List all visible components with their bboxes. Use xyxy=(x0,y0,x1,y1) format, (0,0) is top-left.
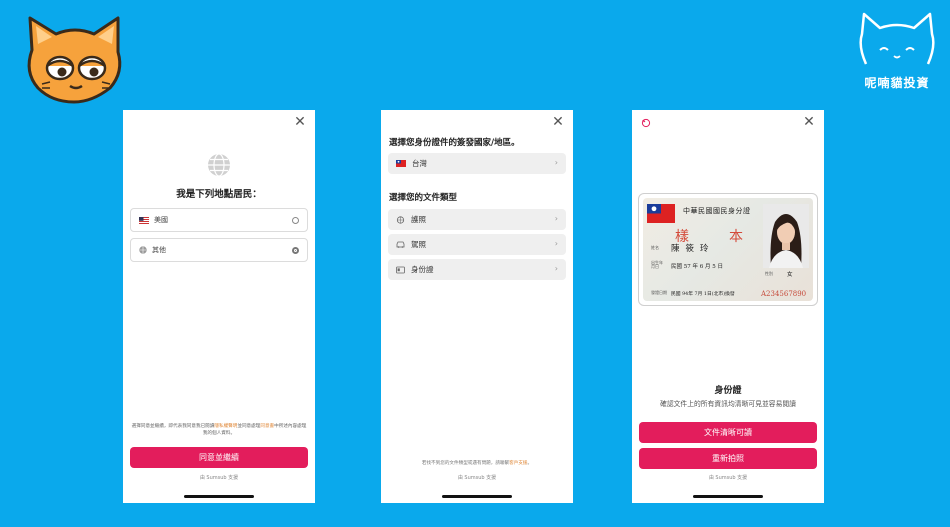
doc-row-id-card[interactable]: 身份證 › xyxy=(388,259,566,280)
review-subtitle: 確認文件上的所有資訊均清晰可見並容易閱讀 xyxy=(660,400,796,408)
doc-row-driver-license[interactable]: 駕照 › xyxy=(388,234,566,255)
name-value: 陳筱玲 xyxy=(671,244,715,254)
residence-title: 我是下列地點居民： xyxy=(176,189,262,200)
review-title: 身份證 xyxy=(714,386,742,396)
globe-small-icon xyxy=(139,246,147,254)
card-title: 中華民國國民身分證 xyxy=(683,207,751,215)
sex-value: 女 xyxy=(787,272,793,278)
chevron-right-icon: › xyxy=(554,158,558,167)
birth-label: 出生年月日 xyxy=(651,260,663,270)
cat-mascot-logo xyxy=(27,16,122,104)
id-number: A234567890 xyxy=(761,290,807,298)
radio-checked[interactable] xyxy=(292,247,299,254)
home-indicator xyxy=(693,495,763,498)
id-review-screen: ✕ 中華民國國民身分證 樣 本 姓名 陳筱玲 出生年月日 民國 57 年 6 月… xyxy=(632,110,824,503)
country-label: 台灣 xyxy=(412,159,427,168)
help-note: 若找不到您的文件類型或遇有問題，請聯繫客戶支援。 xyxy=(381,460,573,466)
privacy-link[interactable]: 隱私權聲明 xyxy=(214,424,237,429)
powered-by: 由 Sumsub 支援 xyxy=(457,475,497,481)
document-select-screen: ✕ 選擇您身份證件的簽發國家/地區。 台灣 › 選擇您的文件類型 護照 › 駕照… xyxy=(381,110,573,503)
issue-value: 民國 94年 7月 1日(北市)換發 xyxy=(671,292,735,297)
cat-outline-icon xyxy=(859,12,935,65)
chevron-right-icon: › xyxy=(554,214,558,223)
id-card-preview-frame: 中華民國國民身分證 樣 本 姓名 陳筱玲 出生年月日 民國 57 年 6 月 5… xyxy=(638,193,818,306)
chevron-right-icon: › xyxy=(554,264,558,273)
globe-icon xyxy=(208,153,230,177)
home-indicator xyxy=(442,495,512,498)
consent-link[interactable]: 同意書 xyxy=(260,424,274,429)
retake-photo-button[interactable]: 重新拍照 xyxy=(639,448,817,469)
doc-type-heading: 選擇您的文件類型 xyxy=(389,193,458,203)
portrait-photo xyxy=(763,204,809,268)
document-readable-button[interactable]: 文件清晰可讀 xyxy=(639,422,817,443)
powered-by: 由 Sumsub 支援 xyxy=(199,475,239,481)
doc-label: 護照 xyxy=(411,215,426,224)
driver-license-icon xyxy=(396,241,405,248)
help-suffix: 。 xyxy=(527,461,533,466)
option-usa[interactable]: 美國 xyxy=(130,208,308,232)
id-card-icon xyxy=(396,266,405,273)
residence-screen: ✕ 我是下列地點居民： 美國 其他 選擇同意並繼續，即代表我同意我已閱讀隱私權聲… xyxy=(123,110,315,503)
option-label: 其他 xyxy=(152,246,166,254)
close-icon[interactable]: ✕ xyxy=(803,115,815,129)
sample-char: 本 xyxy=(729,229,743,245)
consent-text: 選擇同意並繼續，即代表我同意我已閱讀隱私權聲明並同意處理同意書中所述內容處理我的… xyxy=(131,424,307,437)
country-heading: 選擇您身份證件的簽發國家/地區。 xyxy=(389,138,520,148)
id-card-image: 中華民國國民身分證 樣 本 姓名 陳筱玲 出生年月日 民國 57 年 6 月 5… xyxy=(643,198,813,301)
brand-name: 呢喃貓投資 xyxy=(864,76,930,90)
radio-unchecked[interactable] xyxy=(292,217,299,224)
home-indicator xyxy=(184,495,254,498)
issue-label: 發證日期 xyxy=(651,290,667,295)
option-other[interactable]: 其他 xyxy=(130,238,308,262)
consent-mid: 並同意處理 xyxy=(237,424,261,429)
us-flag-icon xyxy=(139,216,149,224)
passport-icon xyxy=(396,215,405,224)
back-icon[interactable] xyxy=(641,118,651,128)
doc-row-passport[interactable]: 護照 › xyxy=(388,209,566,230)
chevron-right-icon: › xyxy=(554,239,558,248)
doc-label: 駕照 xyxy=(411,240,426,249)
doc-label: 身份證 xyxy=(411,265,434,274)
taiwan-flag-icon xyxy=(396,160,406,167)
birth-value: 民國 57 年 6 月 5 日 xyxy=(671,264,723,270)
name-label: 姓名 xyxy=(651,245,659,250)
support-link[interactable]: 客戶支援 xyxy=(509,461,527,466)
consent-prefix: 選擇同意並繼續，即代表我同意我已閱讀 xyxy=(131,424,215,429)
powered-by: 由 Sumsub 支援 xyxy=(708,475,748,481)
agree-continue-button[interactable]: 同意並繼續 xyxy=(130,447,308,468)
brand-logo: 呢喃貓投資 xyxy=(850,10,944,92)
roc-flag-icon xyxy=(647,204,675,223)
sex-label: 性別 xyxy=(765,271,773,276)
help-prefix: 若找不到您的文件類型或遇有問題，請聯繫 xyxy=(421,461,510,466)
country-row[interactable]: 台灣 › xyxy=(388,153,566,174)
close-icon[interactable]: ✕ xyxy=(294,115,306,129)
option-label: 美國 xyxy=(154,216,168,224)
close-icon[interactable]: ✕ xyxy=(552,115,564,129)
